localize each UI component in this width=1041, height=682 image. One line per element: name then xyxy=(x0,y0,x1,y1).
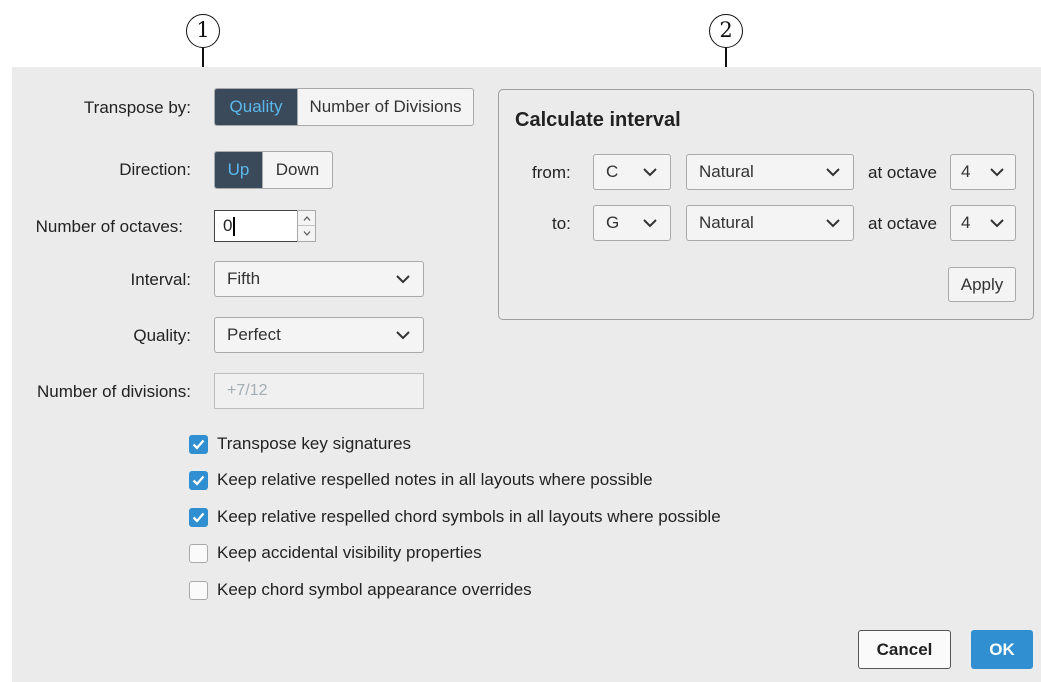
chevron-down-icon xyxy=(643,168,657,177)
direction-down-button[interactable]: Down xyxy=(262,152,332,188)
checkbox[interactable] xyxy=(189,507,208,527)
from-octave-value: 4 xyxy=(961,162,971,181)
from-octave-label: at octave xyxy=(868,163,937,182)
transpose-by-quality-button[interactable]: Quality xyxy=(215,89,297,125)
chevron-down-icon xyxy=(643,219,657,228)
interval-value: Fifth xyxy=(227,269,261,288)
to-accidental-dropdown[interactable]: Natural xyxy=(686,205,854,241)
checkbox-label: Keep chord symbol appearance overrides xyxy=(217,580,532,599)
cancel-button[interactable]: Cancel xyxy=(858,630,951,669)
chevron-down-icon xyxy=(826,168,840,177)
transpose-by-label: Transpose by: xyxy=(83,98,191,117)
chevron-down-icon xyxy=(396,331,410,340)
chevron-down-icon xyxy=(396,275,410,284)
to-note-value: G xyxy=(606,213,620,232)
checkbox[interactable] xyxy=(189,543,208,563)
checkbox-transpose-key-signatures[interactable]: Transpose key signatures xyxy=(189,434,411,454)
chevron-down-icon xyxy=(990,168,1004,177)
to-label: to: xyxy=(552,214,571,233)
checkbox-keep-respelled-notes[interactable]: Keep relative respelled notes in all lay… xyxy=(189,470,653,490)
direction-up-button[interactable]: Up xyxy=(215,152,262,188)
checkbox-keep-accidental-visibility[interactable]: Keep accidental visibility properties xyxy=(189,543,482,563)
from-accidental-dropdown[interactable]: Natural xyxy=(686,154,854,190)
callout-1: 1 xyxy=(186,14,220,48)
ok-button[interactable]: OK xyxy=(971,630,1033,669)
direction-segmented: Up Down xyxy=(214,151,333,189)
apply-button[interactable]: Apply xyxy=(948,267,1016,302)
calculate-interval-title: Calculate interval xyxy=(515,109,681,131)
from-label: from: xyxy=(532,163,571,182)
checkmark-icon xyxy=(192,512,205,523)
chevron-down-icon xyxy=(826,219,840,228)
checkbox[interactable] xyxy=(189,470,208,490)
checkbox-label: Transpose key signatures xyxy=(217,434,412,453)
interval-label: Interval: xyxy=(130,270,191,289)
transpose-by-segmented: Quality Number of Divisions xyxy=(214,88,474,126)
checkbox[interactable] xyxy=(189,580,208,600)
direction-label: Direction: xyxy=(119,160,191,179)
checkbox[interactable] xyxy=(189,434,208,454)
chevron-down-icon[interactable] xyxy=(298,226,315,241)
checkmark-icon xyxy=(192,439,205,450)
from-octave-dropdown[interactable]: 4 xyxy=(950,154,1016,190)
from-accidental-value: Natural xyxy=(699,162,754,181)
to-octave-dropdown[interactable]: 4 xyxy=(950,205,1016,241)
octaves-stepper[interactable]: 0 xyxy=(214,210,316,242)
quality-value: Perfect xyxy=(227,325,281,344)
quality-label: Quality: xyxy=(133,326,191,345)
octaves-label: Number of octaves: xyxy=(35,217,183,236)
chevron-down-icon xyxy=(990,219,1004,228)
quality-dropdown[interactable]: Perfect xyxy=(214,317,424,353)
checkmark-icon xyxy=(192,475,205,486)
checkbox-keep-chord-symbol-overrides[interactable]: Keep chord symbol appearance overrides xyxy=(189,580,532,600)
interval-dropdown[interactable]: Fifth xyxy=(214,261,424,297)
to-accidental-value: Natural xyxy=(699,213,754,232)
from-note-value: C xyxy=(606,162,619,181)
divisions-label: Number of divisions: xyxy=(36,382,191,401)
to-octave-value: 4 xyxy=(961,213,971,232)
transpose-by-divisions-button[interactable]: Number of Divisions xyxy=(297,89,473,125)
to-octave-label: at octave xyxy=(868,214,937,233)
to-note-dropdown[interactable]: G xyxy=(593,205,671,241)
checkbox-label: Keep relative respelled notes in all lay… xyxy=(217,470,653,489)
from-note-dropdown[interactable]: C xyxy=(593,154,671,190)
octaves-stepper-arrows xyxy=(297,210,316,242)
checkbox-keep-respelled-chord-symbols[interactable]: Keep relative respelled chord symbols in… xyxy=(189,507,721,527)
text-cursor xyxy=(233,217,235,236)
checkbox-label: Keep relative respelled chord symbols in… xyxy=(217,507,721,526)
octaves-value: 0 xyxy=(223,216,233,235)
checkbox-label: Keep accidental visibility properties xyxy=(217,543,482,562)
callout-2: 2 xyxy=(709,14,743,48)
divisions-field: +7/12 xyxy=(214,373,424,409)
chevron-up-icon[interactable] xyxy=(298,211,315,226)
